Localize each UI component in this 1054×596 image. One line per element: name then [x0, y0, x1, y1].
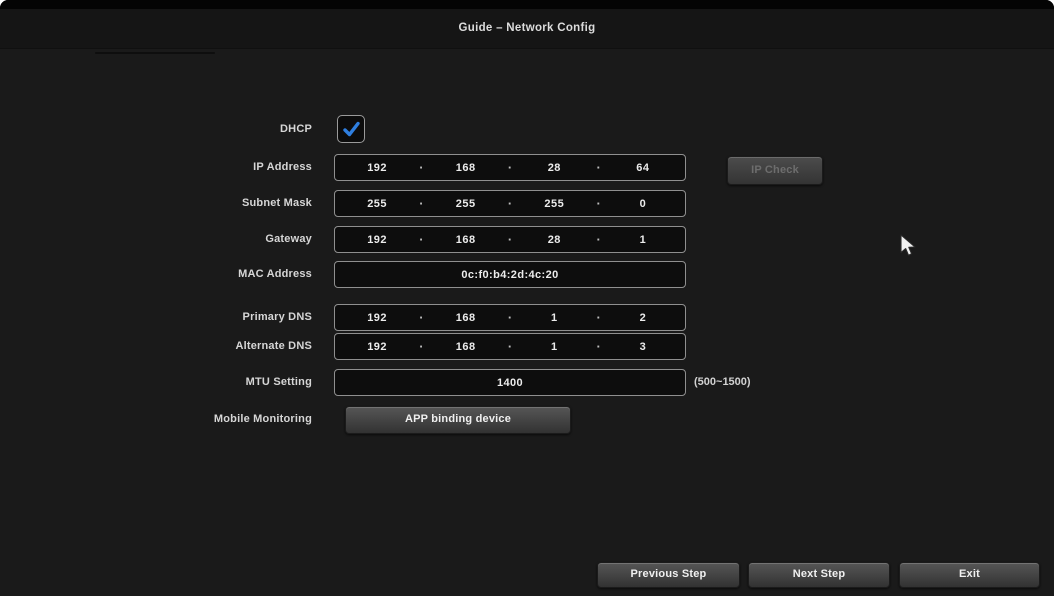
gateway-label: Gateway: [265, 233, 312, 245]
subnet-octet-1[interactable]: 255: [335, 198, 419, 210]
page-title: Guide – Network Config: [458, 22, 596, 34]
mouse-cursor-icon: [897, 234, 919, 263]
subnet-octet-2[interactable]: 255: [424, 198, 508, 210]
exit-button[interactable]: Exit: [899, 562, 1040, 588]
ip-octet-4[interactable]: 64: [601, 162, 685, 174]
ip-octet-2[interactable]: 168: [424, 162, 508, 174]
mtu-setting-field[interactable]: 1400: [334, 369, 686, 396]
mtu-range-hint: (500~1500): [694, 376, 751, 388]
mac-address-value: 0c:f0:b4:2d:4c:20: [461, 268, 559, 281]
mtu-setting-value: 1400: [496, 376, 524, 389]
dhcp-label: DHCP: [280, 123, 312, 135]
dhcp-checkbox[interactable]: [337, 115, 365, 143]
network-config-screen: Guide – Network Config DHCP IP Address 1…: [0, 0, 1054, 596]
checkmark-icon: [342, 121, 360, 136]
alternate-dns-label: Alternate DNS: [235, 340, 312, 352]
primary-dns-octet-3[interactable]: 1: [512, 312, 596, 324]
mac-address-field[interactable]: 0c:f0:b4:2d:4c:20: [334, 261, 686, 288]
ip-check-button[interactable]: IP Check: [727, 156, 823, 185]
top-strip: [0, 0, 1054, 9]
primary-dns-label: Primary DNS: [242, 311, 312, 323]
subnet-octet-3[interactable]: 255: [512, 198, 596, 210]
next-step-button[interactable]: Next Step: [748, 562, 890, 588]
ip-address-label: IP Address: [253, 161, 312, 173]
primary-dns-octet-4[interactable]: 2: [601, 312, 685, 324]
mac-address-label: MAC Address: [238, 268, 312, 280]
alternate-dns-octet-1[interactable]: 192: [335, 341, 419, 353]
ip-address-field[interactable]: 192 · 168 · 28 · 64: [334, 154, 686, 181]
mobile-monitoring-label: Mobile Monitoring: [213, 413, 312, 425]
gateway-octet-1[interactable]: 192: [335, 234, 419, 246]
ip-octet-1[interactable]: 192: [335, 162, 419, 174]
gateway-field[interactable]: 192 · 168 · 28 · 1: [334, 226, 686, 253]
subnet-mask-label: Subnet Mask: [241, 197, 312, 209]
primary-dns-octet-2[interactable]: 168: [424, 312, 508, 324]
alternate-dns-octet-3[interactable]: 1: [512, 341, 596, 353]
subnet-octet-4[interactable]: 0: [601, 198, 685, 210]
mtu-setting-label: MTU Setting: [245, 376, 312, 388]
alternate-dns-octet-2[interactable]: 168: [424, 341, 508, 353]
primary-dns-octet-1[interactable]: 192: [335, 312, 419, 324]
alternate-dns-field[interactable]: 192 · 168 · 1 · 3: [334, 333, 686, 360]
gateway-octet-4[interactable]: 1: [601, 234, 685, 246]
gateway-octet-2[interactable]: 168: [424, 234, 508, 246]
ip-octet-3[interactable]: 28: [512, 162, 596, 174]
alternate-dns-octet-4[interactable]: 3: [601, 341, 685, 353]
previous-step-button[interactable]: Previous Step: [597, 562, 740, 588]
divider: [95, 52, 215, 54]
subnet-mask-field[interactable]: 255 · 255 · 255 · 0: [334, 190, 686, 217]
primary-dns-field[interactable]: 192 · 168 · 1 · 2: [334, 304, 686, 331]
title-bar: Guide – Network Config: [0, 9, 1054, 49]
app-binding-device-button[interactable]: APP binding device: [345, 406, 571, 434]
gateway-octet-3[interactable]: 28: [512, 234, 596, 246]
